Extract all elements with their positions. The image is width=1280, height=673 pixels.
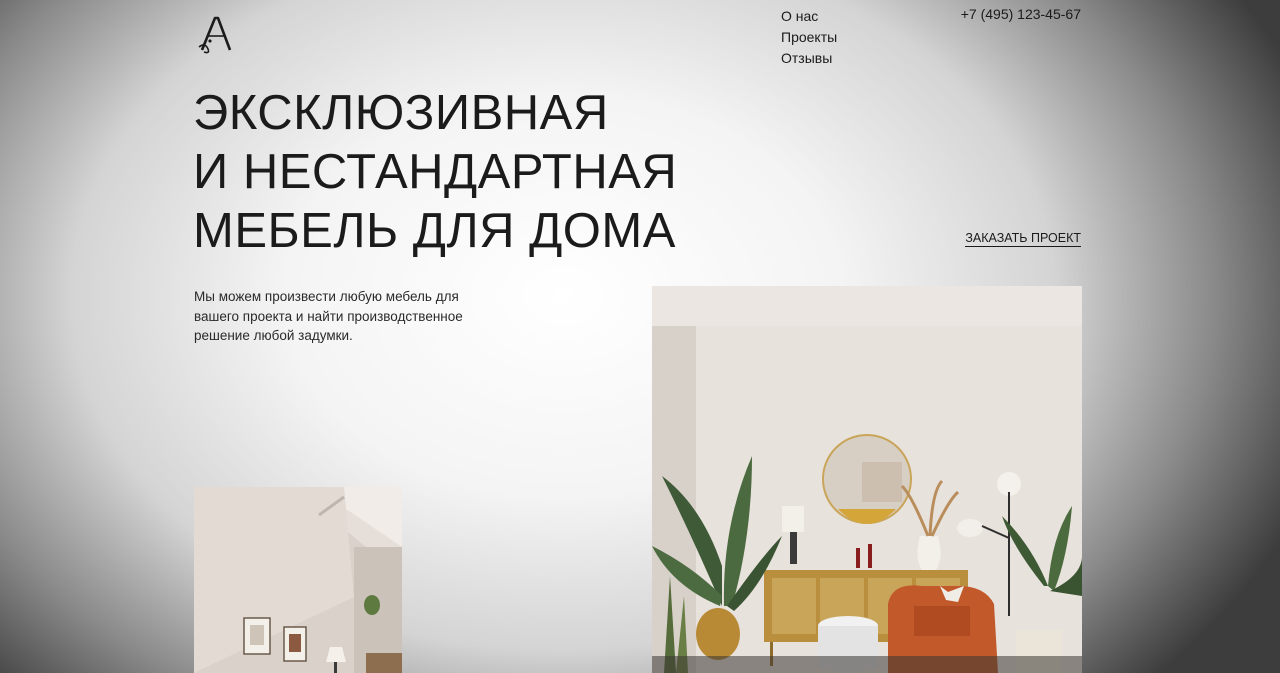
hero-title-line: МЕБЕЛЬ ДЛЯ ДОМА bbox=[193, 204, 676, 258]
nav-item-projects[interactable]: Проекты bbox=[781, 27, 837, 48]
nav-item-reviews[interactable]: Отзывы bbox=[781, 48, 837, 69]
hero-title: ЭКСКЛЮЗИВНАЯ И НЕСТАНДАРТНАЯ МЕБЕЛЬ ДЛЯ … bbox=[193, 84, 677, 261]
hero-title-line: И НЕСТАНДАРТНАЯ bbox=[193, 145, 678, 199]
hero-description: Мы можем произвести любую мебель для ваш… bbox=[194, 289, 463, 343]
nav-item-about[interactable]: О нас bbox=[781, 6, 837, 27]
hero-title-line: ЭКСКЛЮЗИВНАЯ bbox=[193, 86, 609, 140]
order-project-link[interactable]: ЗАКАЗАТЬ ПРОЕКТ bbox=[965, 231, 1081, 247]
interior-photo-hallway bbox=[194, 487, 402, 673]
order-project-link-wrapper: ЗАКАЗАТЬ ПРОЕКТ bbox=[940, 230, 1081, 247]
interior-photo-living-room bbox=[652, 286, 1082, 673]
logo[interactable] bbox=[196, 14, 236, 54]
main-nav: О нас Проекты Отзывы bbox=[781, 6, 837, 69]
logo-monogram-icon bbox=[198, 16, 232, 54]
phone-number[interactable]: +7 (495) 123-45-67 bbox=[930, 6, 1081, 23]
